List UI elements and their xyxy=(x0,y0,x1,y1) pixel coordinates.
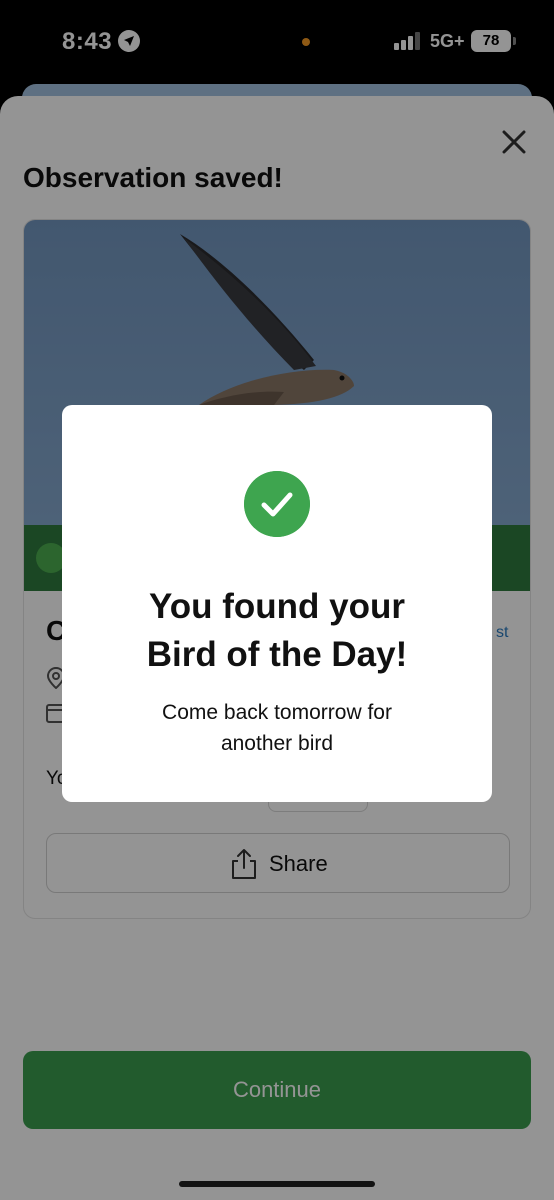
success-check-icon xyxy=(244,471,310,537)
modal-title-line-1: You found your xyxy=(149,587,405,626)
modal-subtitle: Come back tomorrow for another bird xyxy=(122,697,432,759)
modal-subtitle-line-1: Come back tomorrow for xyxy=(162,701,392,724)
modal-title: You found your Bird of the Day! xyxy=(62,583,492,679)
modal-title-line-2: Bird of the Day! xyxy=(146,635,408,674)
bird-of-the-day-modal: You found your Bird of the Day! Come bac… xyxy=(62,405,492,802)
modal-subtitle-line-2: another bird xyxy=(220,732,334,755)
